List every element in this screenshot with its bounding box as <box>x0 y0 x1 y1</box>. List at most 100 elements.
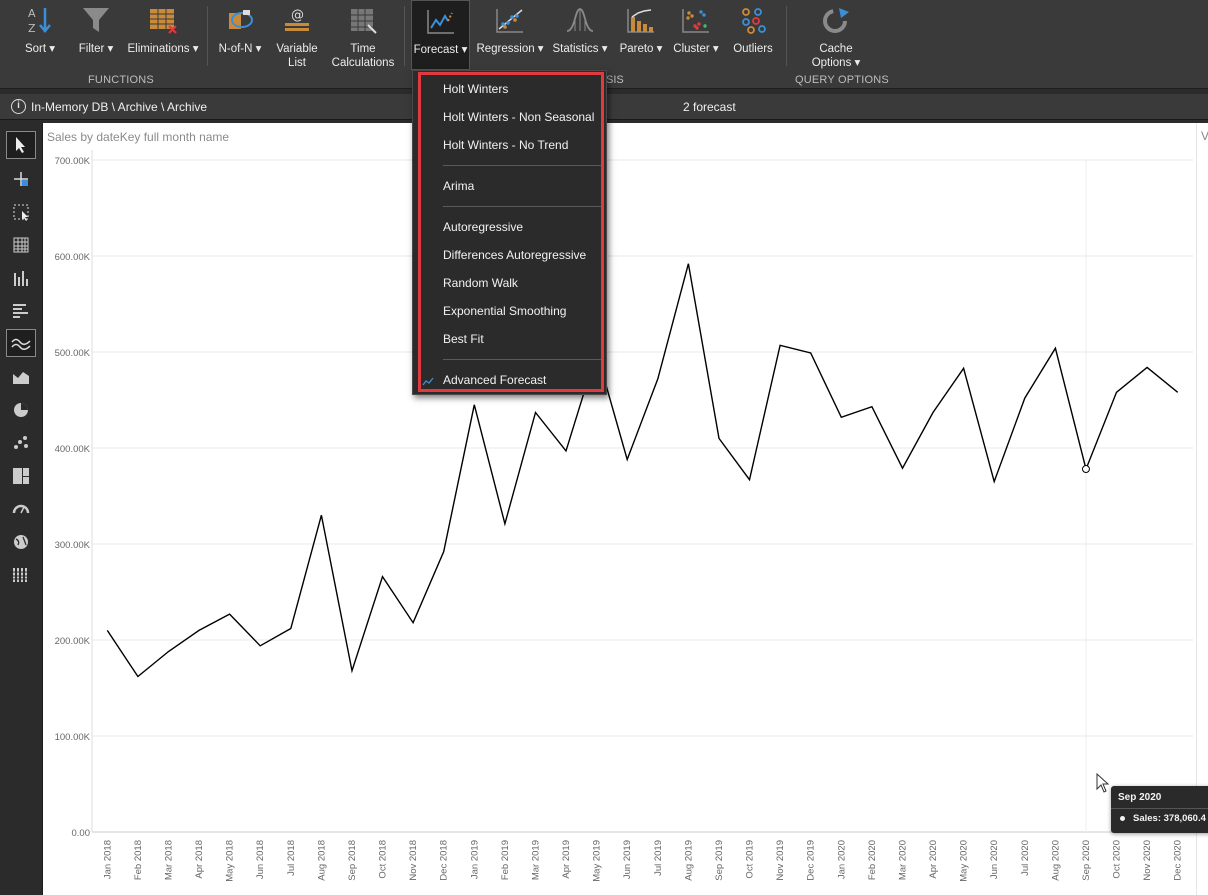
x-tick-label: Mar 2019 <box>530 840 541 880</box>
x-tick-label: Dec 2018 <box>439 840 450 881</box>
x-tick-label: May 2019 <box>592 840 603 882</box>
svg-text:Z: Z <box>28 22 36 35</box>
x-tick-label: Jul 2020 <box>1020 840 1031 876</box>
statistics-label: Statistics ▾ <box>552 43 608 55</box>
tooltip-value: Sales: 378,060.4 <box>1133 813 1206 824</box>
cluster-dots-icon <box>680 4 712 36</box>
menu-divider <box>443 206 601 207</box>
x-tick-label: Aug 2019 <box>683 840 694 881</box>
x-tick-label: Sep 2019 <box>714 840 725 881</box>
breadcrumb-path[interactable]: In-Memory DB \ Archive \ Archive <box>31 100 207 114</box>
x-tick-label: Nov 2018 <box>408 840 419 881</box>
regression-button[interactable]: Regression ▾ <box>476 0 544 72</box>
sort-label: Sort ▾ <box>24 43 56 55</box>
regression-label: Regression ▾ <box>476 43 544 55</box>
grid-table-icon[interactable] <box>6 231 36 259</box>
crosshair-add-icon[interactable] <box>6 165 36 193</box>
x-tick-label: Mar 2020 <box>897 840 908 880</box>
menu-item-best-fit[interactable]: Best Fit <box>443 329 484 349</box>
pareto-button[interactable]: Pareto ▾ <box>618 0 664 72</box>
gauge-icon[interactable] <box>6 495 36 523</box>
scatter-chart-icon[interactable] <box>6 429 36 457</box>
cache-options-button[interactable]: Cache Options ▾ <box>806 0 866 72</box>
x-tick-label: Apr 2018 <box>194 840 205 879</box>
ribbon-separator <box>404 6 405 66</box>
statistics-bell-icon <box>564 4 596 36</box>
x-tick-label: Jan 2019 <box>469 840 480 879</box>
time-calculations-icon <box>347 4 379 36</box>
filter-funnel-icon <box>80 4 112 36</box>
series-line <box>106 263 1179 678</box>
variable-list-button[interactable]: @ Variable List <box>272 0 322 72</box>
x-tick-label: Jan 2018 <box>102 840 113 879</box>
y-tick-label: 400.00K <box>55 444 91 455</box>
eliminations-label: Eliminations ▾ <box>127 43 199 55</box>
sort-az-icon: AZ <box>24 4 56 36</box>
forecast-button[interactable]: Forecast ▾ <box>411 0 470 70</box>
x-tick-label: Feb 2019 <box>500 840 511 880</box>
treemap-icon[interactable] <box>6 462 36 490</box>
chart-tooltip: Sep 2020 Sales: 378,060.4 <box>1111 786 1208 833</box>
eliminations-button[interactable]: Eliminations ▾ <box>126 0 200 72</box>
x-tick-label: Jul 2018 <box>286 840 297 876</box>
outliers-button[interactable]: Outliers <box>730 0 776 72</box>
x-tick-label: Feb 2020 <box>867 840 878 880</box>
menu-item-holt-winters[interactable]: Holt Winters <box>443 79 508 99</box>
marquee-select-icon[interactable] <box>6 198 36 226</box>
menu-item-holt-winters-no-trend[interactable]: Holt Winters - No Trend <box>443 135 568 155</box>
variable-list-icon: @ <box>281 4 313 36</box>
x-tick-label: Mar 2018 <box>163 840 174 880</box>
cluster-button[interactable]: Cluster ▾ <box>673 0 719 72</box>
svg-text:@: @ <box>291 8 304 23</box>
statistics-button[interactable]: Statistics ▾ <box>552 0 608 72</box>
line-chart: 0.00 100.00K 200.00K 300.00K 400.00K 500.00K 6… <box>55 150 1193 882</box>
forecast-line-icon <box>425 5 457 37</box>
time-calculations-button[interactable]: Time Calculations <box>330 0 396 72</box>
bar-chart-icon[interactable] <box>6 297 36 325</box>
forecast-dropdown-menu: Holt Winters Holt Winters - Non Seasonal… <box>412 70 607 395</box>
menu-item-arima[interactable]: Arima <box>443 176 474 196</box>
outliers-circles-icon <box>737 4 769 36</box>
select-pointer-icon[interactable] <box>6 131 36 159</box>
menu-item-exponential-smoothing[interactable]: Exponential Smoothing <box>443 301 566 321</box>
y-tick-label: 300.00K <box>55 540 91 551</box>
menu-item-autoregressive[interactable]: Autoregressive <box>443 217 523 237</box>
cluster-label: Cluster ▾ <box>673 43 719 55</box>
filter-button[interactable]: Filter ▾ <box>74 0 118 72</box>
advanced-forecast-icon <box>422 377 434 386</box>
menu-item-random-walk[interactable]: Random Walk <box>443 273 518 293</box>
n-of-n-button[interactable]: N-of-N ▾ <box>214 0 266 72</box>
menu-item-differences-autoregressive[interactable]: Differences Autoregressive <box>443 245 586 265</box>
info-icon[interactable]: i <box>11 99 26 114</box>
globe-map-icon[interactable] <box>6 528 36 556</box>
filter-label: Filter ▾ <box>78 43 114 55</box>
highlight-point <box>1081 465 1090 474</box>
pivot-table-icon[interactable] <box>6 561 36 589</box>
x-tick-label: Jan 2020 <box>836 840 847 879</box>
menu-item-holt-winters-non-seasonal[interactable]: Holt Winters - Non Seasonal <box>443 107 594 127</box>
y-tick-label: 500.00K <box>55 348 91 359</box>
left-toolbar <box>0 123 43 895</box>
eliminations-table-icon <box>147 4 179 36</box>
right-panel-edge: V <box>1196 123 1208 895</box>
forecast-label: Forecast ▾ <box>413 44 468 56</box>
menu-item-advanced-forecast[interactable]: Advanced Forecast <box>443 370 546 390</box>
ribbon-separator <box>786 6 787 66</box>
n-of-n-label: N-of-N ▾ <box>218 43 262 55</box>
area-chart-icon[interactable] <box>6 363 36 391</box>
x-tick-label: Dec 2019 <box>806 840 817 881</box>
mouse-cursor-icon <box>1096 773 1110 793</box>
menu-divider <box>443 359 601 360</box>
y-tick-label: 600.00K <box>55 252 91 263</box>
analysis-group-label: SIS <box>606 74 624 86</box>
pie-chart-icon[interactable] <box>6 396 36 424</box>
outliers-label: Outliers <box>733 43 773 55</box>
svg-text:A: A <box>28 7 36 20</box>
x-tick-label: Sep 2020 <box>1081 840 1092 881</box>
column-chart-icon[interactable] <box>6 264 36 292</box>
line-chart-icon[interactable] <box>6 329 36 357</box>
y-tick-label: 0.00 <box>72 828 91 839</box>
x-tick-label: Apr 2020 <box>928 840 939 879</box>
sort-button[interactable]: AZ Sort ▾ <box>20 0 60 72</box>
y-tick-label: 700.00K <box>55 156 91 167</box>
